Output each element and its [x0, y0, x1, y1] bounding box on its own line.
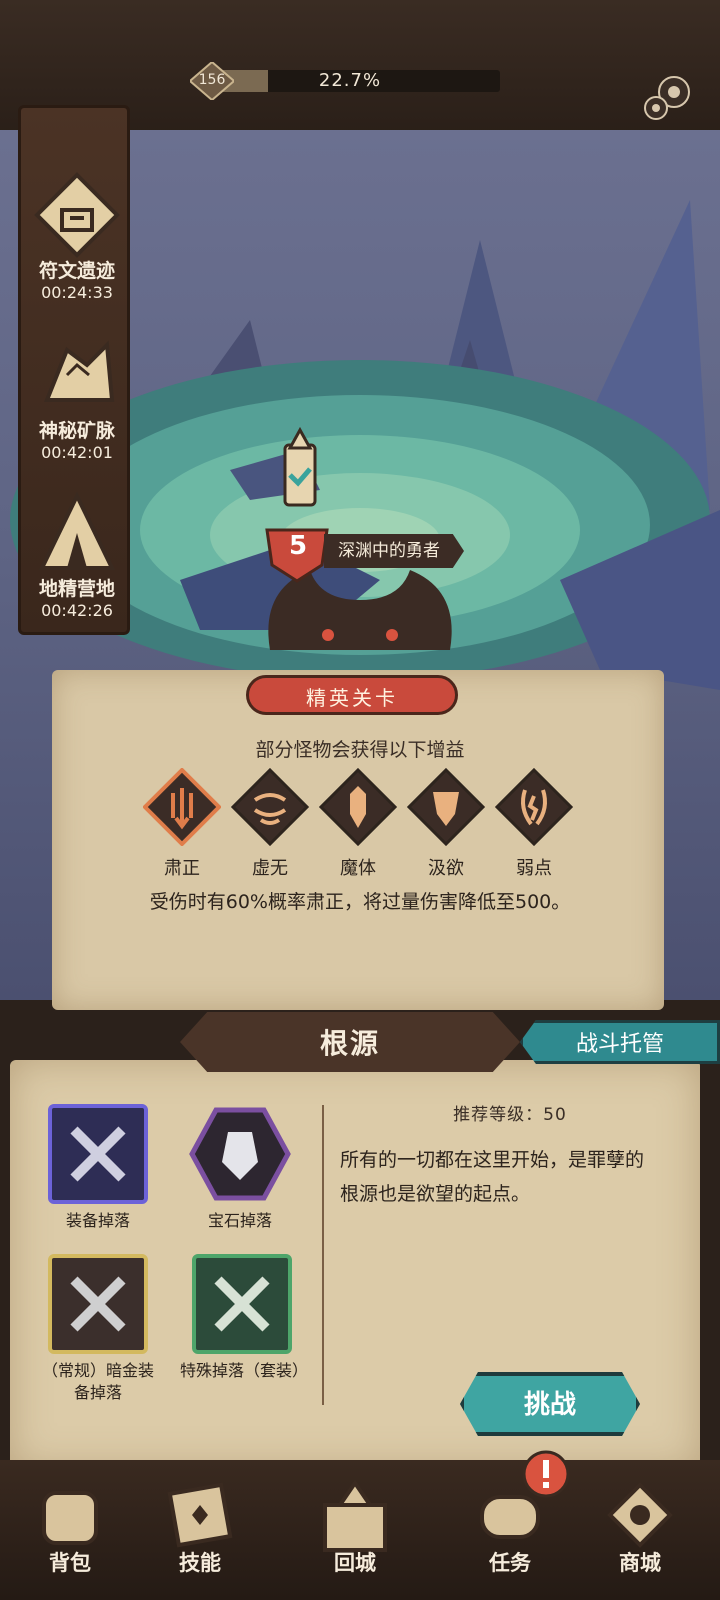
absorb-desire-icon [406, 767, 486, 847]
side-panel: 符文遗迹 00:24:33 神秘矿脉 00:42:01 地精营地 00:42:2… [18, 105, 130, 635]
demon-body-icon [318, 767, 398, 847]
buff-demon-body[interactable]: 魔体 [316, 767, 400, 880]
site-name: 符文遗迹 [38, 260, 115, 282]
challenge-button[interactable]: 挑战 [460, 1372, 640, 1436]
quest-alert-icon [520, 1448, 572, 1500]
skills-icon [160, 1475, 240, 1555]
nav-town[interactable]: 回城 [305, 1475, 405, 1577]
void-icon [230, 767, 310, 847]
recommended-level: 推荐等级：50 [453, 1105, 567, 1125]
stage-name: 深渊中的勇者 [324, 534, 464, 568]
equipment-drop-icon [46, 1102, 150, 1206]
drop-label: （常规）暗金装备掉落 [41, 1361, 154, 1402]
site-timer: 00:42:26 [41, 601, 113, 620]
auto-battle-button[interactable]: 战斗托管 [520, 1020, 720, 1064]
justice-icon [142, 767, 222, 847]
elite-subtitle: 部分怪物会获得以下增益 [255, 739, 465, 761]
buff-description: 受伤时有60%概率肃正，将过量伤害降低至500。 [149, 891, 571, 913]
nav-backpack[interactable]: 背包 [20, 1475, 120, 1577]
dark-gold-drop-icon [46, 1252, 150, 1356]
buff-label: 虚无 [252, 858, 288, 879]
drop-label: 宝石掉落 [207, 1211, 272, 1230]
drop-special-set[interactable]: 特殊掉落（套装） [180, 1252, 309, 1382]
rune-ruins-icon [32, 170, 122, 260]
site-name: 神秘矿脉 [38, 420, 115, 442]
buff-absorb-desire[interactable]: 汲欲 [404, 767, 488, 880]
mystic-vein-icon [32, 330, 122, 420]
buff-void[interactable]: 虚无 [228, 767, 312, 880]
gem-drop-icon [188, 1102, 292, 1206]
site-timer: 00:24:33 [41, 283, 113, 302]
game-screen: 22.7% 156 符文遗迹 00:24:33 神秘矿脉 00:42:01 地精… [0, 0, 720, 1600]
player-level-badge: 156 [190, 62, 234, 100]
drop-gem[interactable]: 宝石掉落 [180, 1102, 300, 1232]
site-name: 地精营地 [38, 578, 115, 600]
weakness-icon [494, 767, 574, 847]
stage-description: 所有的一切都在这里开始，是罪孽的根源也是欲望的起点。 [340, 1149, 645, 1205]
buff-label: 魔体 [340, 858, 376, 879]
experience-bar: 22.7% [200, 70, 500, 92]
town-icon [315, 1475, 395, 1555]
special-set-drop-icon [190, 1252, 294, 1356]
drop-dark-gold[interactable]: （常规）暗金装备掉落 [38, 1252, 158, 1404]
site-mystic-vein[interactable]: 神秘矿脉 00:42:01 [21, 330, 133, 462]
site-rune-ruins[interactable]: 符文遗迹 00:24:33 [21, 170, 133, 302]
site-goblin-camp[interactable]: 地精营地 00:42:26 [21, 488, 133, 620]
buff-label: 肃正 [164, 858, 200, 879]
shop-icon [600, 1475, 680, 1555]
panel-divider [322, 1105, 324, 1405]
stage-number: 5 [288, 531, 308, 561]
goblin-camp-icon [32, 488, 122, 578]
drop-label: 特殊掉落（套装） [180, 1361, 309, 1380]
nav-shop[interactable]: 商城 [590, 1475, 690, 1577]
backpack-icon [30, 1475, 110, 1555]
buff-weakness[interactable]: 弱点 [492, 767, 576, 880]
player-level: 156 [198, 72, 226, 88]
buff-justice[interactable]: 肃正 [140, 767, 224, 880]
drop-label: 装备掉落 [65, 1211, 130, 1230]
elite-stage-tab: 精英关卡 [246, 675, 458, 715]
stage-title: 根源 [319, 1027, 380, 1060]
drop-equipment[interactable]: 装备掉落 [38, 1102, 158, 1232]
site-timer: 00:42:01 [41, 443, 113, 462]
buff-label: 弱点 [516, 858, 552, 879]
settings-gear-icon[interactable] [640, 70, 696, 126]
buff-label: 汲欲 [428, 858, 464, 879]
experience-percent: 22.7% [318, 70, 382, 91]
buff-list: 肃正 虚无 魔体 汲欲 弱点 [140, 767, 580, 880]
nav-skills[interactable]: 技能 [150, 1475, 250, 1577]
